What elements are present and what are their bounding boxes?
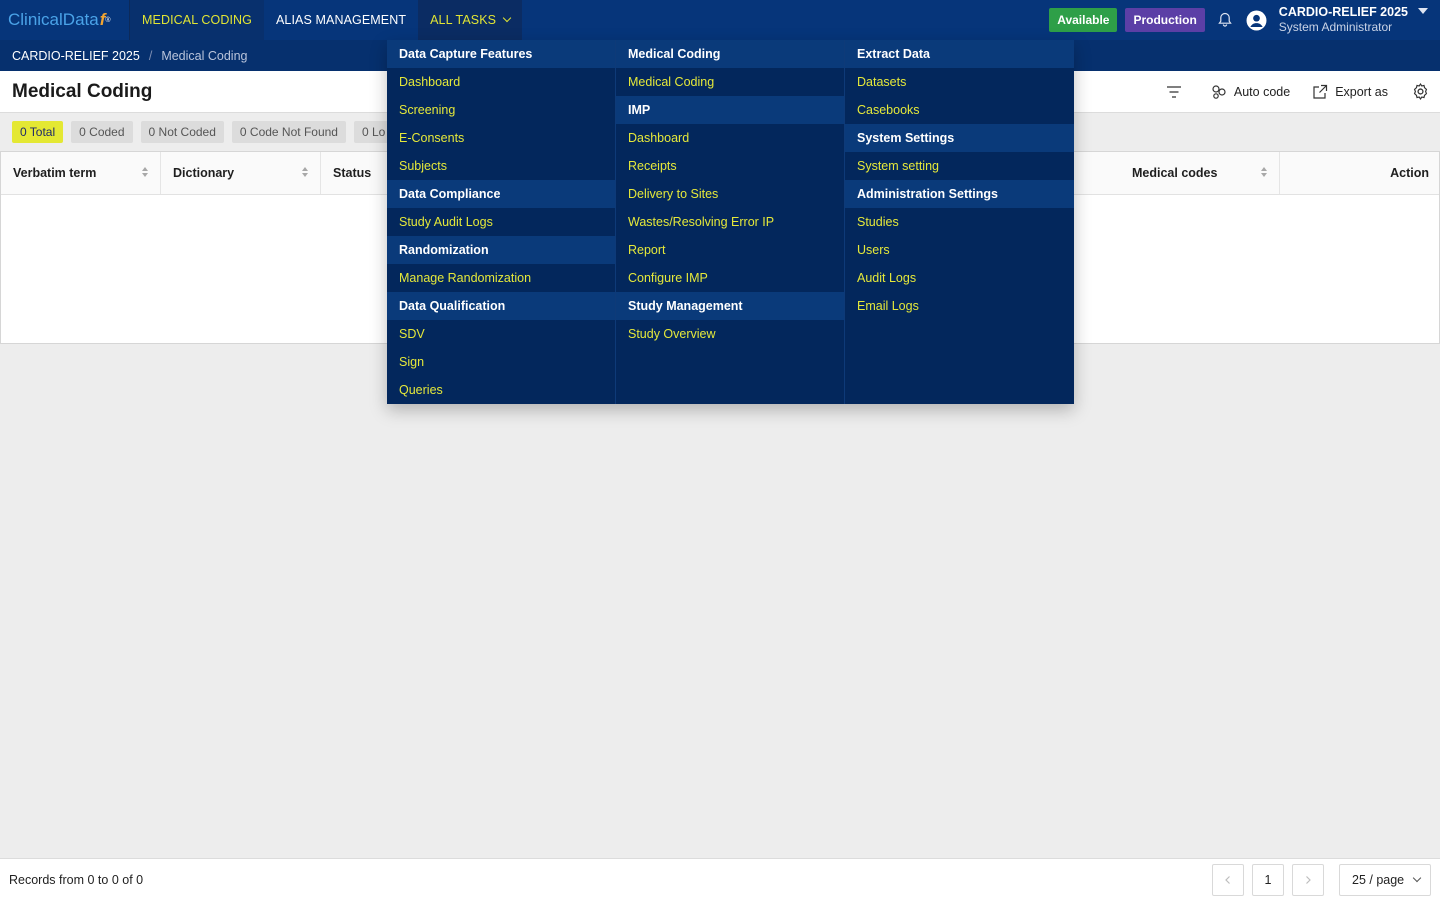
menu-item-subjects[interactable]: Subjects	[387, 152, 615, 180]
menu-section-system-settings: System Settings	[845, 124, 1074, 152]
column-label: Medical codes	[1132, 166, 1218, 180]
column-label: Status	[333, 166, 372, 180]
menu-item-study-overview[interactable]: Study Overview	[616, 320, 844, 348]
menu-section-data-compliance: Data Compliance	[387, 180, 615, 208]
breadcrumb-study[interactable]: CARDIO-RELIEF 2025	[12, 49, 140, 63]
menu-section-administration-settings: Administration Settings	[845, 180, 1074, 208]
sort-icon[interactable]	[302, 167, 308, 177]
toolbar: Auto code Export as	[1144, 71, 1440, 112]
chevron-right-icon	[1306, 875, 1311, 884]
nav-alias-management-label: ALIAS MANAGEMENT	[275, 13, 407, 27]
nav-medical-coding-label: MEDICAL CODING	[142, 13, 252, 27]
menu-section-data-capture-features: Data Capture Features	[387, 40, 615, 68]
menu-item-studies[interactable]: Studies	[845, 208, 1074, 236]
export-button[interactable]: Export as	[1312, 84, 1388, 100]
menu-item-users[interactable]: Users	[845, 236, 1074, 264]
menu-item-dashboard[interactable]: Dashboard	[387, 68, 615, 96]
filter-icon	[1166, 85, 1181, 98]
records-summary: Records from 0 to 0 of 0	[9, 872, 144, 887]
status-filter-coded[interactable]: 0 Coded	[71, 121, 133, 143]
status-filter-not-coded[interactable]: 0 Not Coded	[140, 121, 224, 143]
menu-item-audit-logs[interactable]: Audit Logs	[845, 264, 1074, 292]
page-size-select[interactable]: 25 / page	[1339, 863, 1431, 896]
logo-text: ClinicalData	[8, 10, 99, 29]
menu-item-datasets[interactable]: Datasets	[845, 68, 1074, 96]
menu-item-report[interactable]: Report	[616, 236, 844, 264]
menu-item-study-audit-logs[interactable]: Study Audit Logs	[387, 208, 615, 236]
menu-section-imp: IMP	[616, 96, 844, 124]
logo-registered-mark: ®	[105, 16, 111, 24]
menu-column-2: Medical Coding Medical Coding IMP Dashboard…	[616, 40, 845, 404]
menu-item-configure-imp[interactable]: Configure IMP	[616, 264, 844, 292]
clinicaldata-logo[interactable]: ClinicalData f ®	[0, 0, 130, 40]
breadcrumb-current-page: Medical Coding	[161, 48, 248, 63]
chevron-down-icon	[1412, 873, 1422, 882]
menu-section-data-qualification: Data Qualification	[387, 292, 615, 320]
nav-medical-coding[interactable]: MEDICAL CODING	[130, 0, 264, 40]
column-verbatim-term[interactable]: Verbatim term	[1, 152, 161, 194]
menu-column-1: Data Capture Features Dashboard Screening E…	[387, 40, 616, 404]
menu-item-queries[interactable]: Queries	[387, 376, 615, 404]
user-avatar-icon[interactable]	[1245, 8, 1269, 32]
page-size-value: 25 / page	[1352, 872, 1405, 887]
all-tasks-dropdown-menu: Data Capture Features Dashboard Screening E…	[387, 40, 1074, 404]
menu-section-extract-data: Extract Data	[845, 40, 1074, 68]
chevron-left-icon	[1225, 875, 1230, 884]
column-dictionary[interactable]: Dictionary	[161, 152, 321, 194]
nav-all-tasks-label: ALL TASKS	[430, 13, 497, 27]
export-label: Export as	[1335, 84, 1388, 99]
caret-down-icon[interactable]	[1418, 8, 1428, 14]
menu-item-e-consents[interactable]: E-Consents	[387, 124, 615, 152]
sort-icon[interactable]	[1261, 167, 1267, 177]
user-role: System Administrator	[1278, 20, 1393, 34]
breadcrumb-separator: /	[148, 48, 153, 63]
auto-code-icon	[1212, 84, 1226, 99]
settings-gear-icon[interactable]	[1412, 83, 1429, 100]
bell-icon[interactable]	[1213, 8, 1237, 32]
header-right: Available Production CARDIO-RELIEF 2025 …	[1049, 0, 1440, 40]
current-study: CARDIO-RELIEF 2025	[1278, 5, 1408, 19]
menu-section-study-management: Study Management	[616, 292, 844, 320]
available-badge: Available	[1049, 8, 1118, 32]
next-page-button[interactable]	[1292, 863, 1324, 896]
nav-alias-management[interactable]: ALIAS MANAGEMENT	[264, 0, 418, 40]
environment-badge[interactable]: Production	[1125, 8, 1205, 32]
chevron-down-icon	[502, 13, 512, 23]
nav-all-tasks[interactable]: ALL TASKS	[418, 0, 523, 40]
menu-item-wastes-resolving-error-ip[interactable]: Wastes/Resolving Error IP	[616, 208, 844, 236]
menu-item-sdv[interactable]: SDV	[387, 320, 615, 348]
menu-item-delivery-to-sites[interactable]: Delivery to Sites	[616, 180, 844, 208]
menu-item-receipts[interactable]: Receipts	[616, 152, 844, 180]
menu-item-manage-randomization[interactable]: Manage Randomization	[387, 264, 615, 292]
auto-code-label: Auto code	[1233, 84, 1291, 99]
column-label: Verbatim term	[13, 166, 97, 180]
column-action: Action	[1280, 152, 1439, 194]
export-icon	[1313, 84, 1328, 99]
sort-icon[interactable]	[142, 167, 148, 177]
pagination: 1 25 / page	[1204, 863, 1431, 896]
menu-item-dashboard[interactable]: Dashboard	[616, 124, 844, 152]
menu-item-sign[interactable]: Sign	[387, 348, 615, 376]
page-title: Medical Coding	[12, 80, 153, 102]
top-navigation-bar: ClinicalData f ® MEDICAL CODING ALIAS MANA…	[0, 0, 1440, 40]
menu-section-medical-coding: Medical Coding	[616, 40, 844, 68]
filter-button[interactable]	[1166, 85, 1189, 99]
table-footer: Records from 0 to 0 of 0 1 25 / page	[0, 858, 1440, 900]
menu-item-medical-coding[interactable]: Medical Coding	[616, 68, 844, 96]
menu-section-randomization: Randomization	[387, 236, 615, 264]
column-label: Action	[1390, 166, 1429, 180]
menu-column-3: Extract Data Datasets Casebooks System Sett…	[845, 40, 1074, 404]
menu-item-screening[interactable]: Screening	[387, 96, 615, 124]
page-number-button[interactable]: 1	[1252, 863, 1284, 896]
menu-item-casebooks[interactable]: Casebooks	[845, 96, 1074, 124]
status-filter-code-not-found[interactable]: 0 Code Not Found	[231, 121, 346, 143]
menu-item-system-setting[interactable]: System setting	[845, 152, 1074, 180]
status-filter-total[interactable]: 0 Total	[12, 121, 64, 143]
column-label: Dictionary	[173, 166, 235, 180]
previous-page-button[interactable]	[1212, 863, 1244, 896]
menu-item-email-logs[interactable]: Email Logs	[845, 292, 1074, 320]
auto-code-button[interactable]: Auto code	[1211, 84, 1290, 100]
column-medical-codes[interactable]: Medical codes	[1120, 152, 1280, 194]
user-menu[interactable]: CARDIO-RELIEF 2025 System Administrator	[1279, 5, 1408, 35]
